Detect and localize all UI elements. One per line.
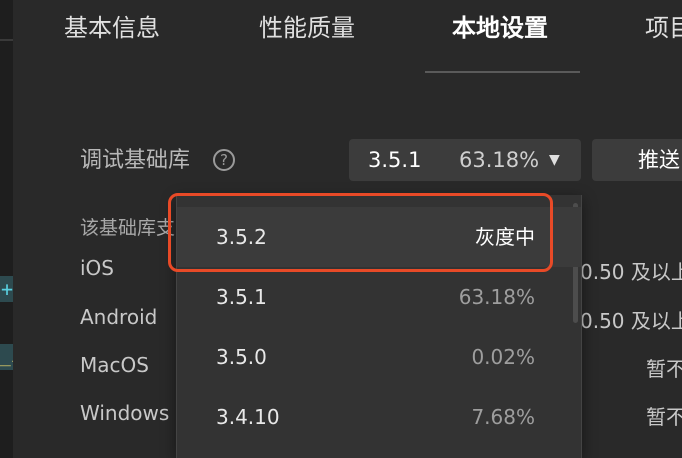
option-version: 3.5.1 — [216, 285, 267, 309]
selected-version: 3.5.1 — [368, 148, 422, 172]
macos-requirement: 暂不 — [646, 357, 682, 381]
editor-glyph-plus: + — [0, 276, 13, 302]
dropdown-option-3-5-1[interactable]: 3.5.1 63.18% — [177, 267, 581, 327]
option-status: 7.68% — [471, 405, 535, 429]
tab-local-settings[interactable]: 本地设置 — [452, 10, 548, 46]
option-status: 0.02% — [471, 345, 535, 369]
active-tab-indicator — [425, 71, 580, 73]
option-version: 3.5.0 — [216, 345, 267, 369]
platform-macos: MacOS — [80, 353, 149, 377]
help-icon[interactable]: ? — [213, 149, 235, 171]
android-requirement: 0.50 及以上 — [580, 309, 682, 333]
windows-requirement: 暂不 — [646, 405, 682, 429]
push-button[interactable]: 推送 — [592, 139, 682, 181]
tab-performance-quality[interactable]: 性能质量 — [259, 10, 355, 46]
version-select[interactable]: 3.5.1 63.18% ▼ — [349, 139, 581, 181]
dropdown-option-3-4-10[interactable]: 3.4.10 7.68% — [177, 387, 581, 447]
settings-screen: + _i 基本信息 性能质量 本地设置 项目 调试基础库 ? 3.5.1 63.… — [0, 0, 682, 458]
platform-android: Android — [80, 305, 158, 329]
code-editor-strip: + _i — [0, 0, 13, 458]
selected-percent: 63.18% — [459, 148, 540, 172]
debug-lib-label: 调试基础库 — [80, 148, 191, 173]
editor-glyph-i: _i — [0, 344, 13, 370]
tab-basic-info[interactable]: 基本信息 — [64, 10, 160, 46]
option-version: 3.4.10 — [216, 405, 280, 429]
chevron-down-icon: ▼ — [549, 152, 560, 168]
editor-divider — [0, 39, 13, 41]
dropdown-option-3-5-0[interactable]: 3.5.0 0.02% — [177, 327, 581, 387]
platform-windows: Windows — [80, 401, 170, 425]
tab-project[interactable]: 项目 — [645, 10, 682, 46]
platform-ios: iOS — [80, 256, 114, 280]
option-status: 63.18% — [458, 285, 535, 309]
highlight-annotation-box — [168, 193, 553, 272]
support-heading: 该基础库支 — [80, 217, 176, 239]
ios-requirement: 0.50 及以上 — [580, 260, 682, 284]
